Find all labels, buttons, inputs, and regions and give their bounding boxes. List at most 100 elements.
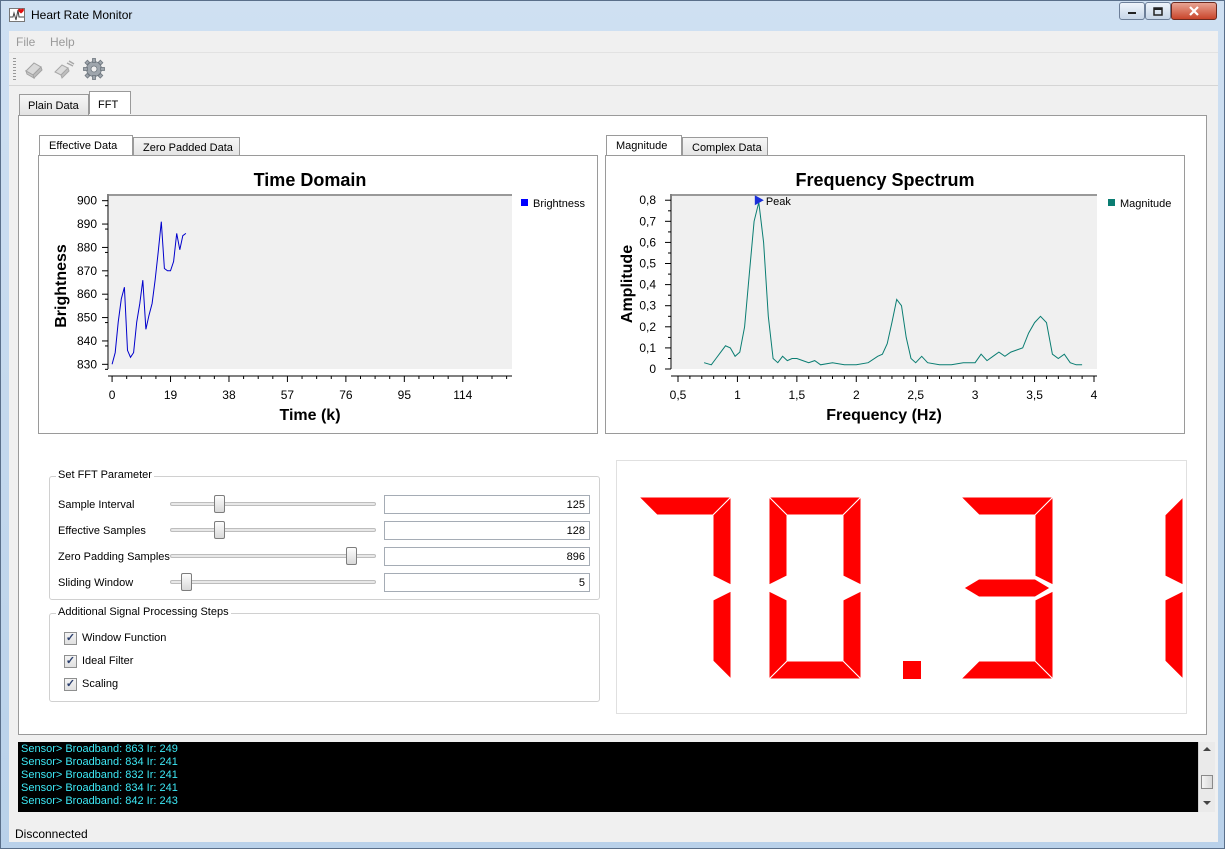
tab-zero-padded-data[interactable]: Zero Padded Data (133, 137, 240, 157)
y-tick-label: 0,8 (639, 193, 656, 207)
settings-gear-icon[interactable] (82, 57, 106, 81)
param-value-field[interactable]: 5 (384, 573, 590, 592)
tab-magnitude[interactable]: Magnitude (606, 135, 682, 157)
console-line: Sensor> Broadband: 834 Ir: 241 (21, 782, 178, 794)
y-tick-group: 0 0,1 0,2 0,3 0,4 0,5 0,6 0,7 0,8 (639, 193, 671, 376)
legend-swatch (521, 199, 528, 206)
sensor-console[interactable]: Sensor> Broadband: 863 Ir: 249 Sensor> Br… (18, 742, 1198, 812)
y-axis-label: Amplitude (619, 245, 636, 323)
tab-label: FFT (98, 99, 119, 111)
console-scrollbar[interactable] (1198, 742, 1215, 812)
checkbox-label: Ideal Filter (82, 655, 134, 667)
scroll-up-arrow-icon[interactable] (1203, 746, 1211, 752)
lcd-digit (1164, 495, 1184, 681)
menu-file[interactable]: File (16, 35, 35, 49)
y-tick-label: 0,6 (639, 235, 656, 249)
tab-complex-data[interactable]: Complex Data (682, 137, 768, 157)
param-slider-track[interactable] (170, 502, 376, 506)
y-tick-label: 830 (77, 357, 97, 371)
legend-label: Magnitude (1120, 198, 1171, 210)
tab-fft[interactable]: FFT (89, 91, 131, 114)
close-button[interactable] (1171, 2, 1217, 20)
console-line: Sensor> Broadband: 842 Ir: 243 (21, 795, 178, 807)
peak-label: Peak (766, 196, 792, 208)
heart-monitor-app-icon (9, 8, 25, 22)
lcd-segment (1164, 495, 1184, 586)
window-title: Heart Rate Monitor (31, 8, 133, 22)
lcd-decimal-point (903, 661, 921, 679)
param-value-field[interactable]: 125 (384, 495, 590, 514)
frequency-spectrum-chart: Frequency Spectrum 0 0,1 0,2 0,3 0,4 0,5 0,6 0,… (619, 170, 1171, 424)
scroll-down-arrow-icon[interactable] (1203, 800, 1211, 806)
menu-bar: File Help (9, 31, 1218, 51)
toolbar-grip (13, 58, 16, 80)
scroll-thumb[interactable] (1201, 775, 1213, 789)
y-tick-label: 840 (77, 334, 97, 348)
y-tick-label: 860 (77, 287, 97, 301)
param-value-field[interactable]: 128 (384, 521, 590, 540)
lcd-digits (637, 495, 1184, 681)
lcd-digit (767, 495, 863, 681)
time-domain-chart: Time Domain 830 840 850 860 870 880 890 900 0 19… (53, 170, 585, 424)
status-text: Disconnected (15, 827, 88, 841)
tab-plain-data[interactable]: Plain Data (19, 94, 89, 115)
y-tick-label: 0,1 (639, 341, 656, 355)
tab-effective-data[interactable]: Effective Data (39, 135, 133, 157)
param-label: Sliding Window (58, 577, 134, 589)
checkbox[interactable]: ✓ (64, 632, 77, 645)
checkbox-label: Window Function (82, 632, 167, 644)
chart-title: Time Domain (254, 170, 367, 190)
y-tick-label: 0,5 (639, 257, 656, 271)
param-value-field[interactable]: 896 (384, 547, 590, 566)
param-slider-track[interactable] (170, 528, 376, 532)
app-window: Heart Rate Monitor File Help Plain Data … (0, 0, 1225, 849)
x-tick-label: 1,5 (789, 388, 806, 402)
tab-label: Magnitude (616, 140, 668, 152)
y-tick-label: 900 (77, 194, 97, 208)
y-tick-label: 870 (77, 264, 97, 278)
menu-help[interactable]: Help (50, 35, 75, 49)
chart-title: Frequency Spectrum (795, 170, 974, 190)
maximize-button[interactable] (1145, 2, 1171, 20)
checkbox[interactable]: ✓ (64, 678, 77, 691)
legend-swatch (1108, 199, 1115, 206)
heart-rate-lcd-display (616, 460, 1187, 714)
frequency-spectrum-chart-frame: Frequency Spectrum 0 0,1 0,2 0,3 0,4 0,5 0,6 0,… (605, 155, 1185, 434)
title-bar: Heart Rate Monitor (1, 1, 1224, 31)
checkbox[interactable]: ✓ (64, 655, 77, 668)
group-title: Set FFT Parameter (56, 469, 154, 481)
x-tick-label: 0,5 (670, 388, 687, 402)
x-tick-group: 0,5 1 1,5 2 2,5 3 3,5 4 (670, 376, 1098, 402)
minimize-button[interactable] (1119, 2, 1145, 20)
y-tick-label: 0,2 (639, 320, 656, 334)
group-title: Additional Signal Processing Steps (56, 606, 231, 618)
tab-label: Complex Data (692, 142, 762, 154)
param-slider-track[interactable] (170, 554, 376, 558)
disconnect-plug-icon[interactable] (52, 57, 76, 81)
close-icon (1189, 6, 1199, 16)
param-slider-track[interactable] (170, 580, 376, 584)
param-label: Zero Padding Samples (58, 551, 170, 563)
tab-label: Plain Data (28, 100, 79, 112)
console-line: Sensor> Broadband: 832 Ir: 241 (21, 769, 178, 781)
x-tick-label: 0 (109, 388, 116, 402)
x-tick-label: 76 (339, 388, 353, 402)
param-slider-handle[interactable] (214, 495, 226, 513)
param-slider-handle[interactable] (214, 521, 226, 539)
x-tick-label: 1 (734, 388, 741, 402)
y-tick-group: 830 840 850 860 870 880 890 900 (77, 194, 108, 371)
tab-label: Effective Data (49, 140, 118, 152)
client-area: File Help Plain Data FFT Effective Data … (9, 31, 1218, 842)
x-axis-label: Frequency (Hz) (826, 407, 942, 424)
plot-area (109, 194, 512, 369)
fft-parameter-group: Set FFT Parameter Sample Interval 125 Effe… (49, 469, 600, 600)
x-tick-label: 19 (164, 388, 178, 402)
processing-steps-group: Additional Signal Processing Steps ✓ Wind… (49, 606, 600, 702)
param-slider-handle[interactable] (346, 547, 358, 565)
y-tick-label: 0 (649, 362, 656, 376)
param-slider-handle[interactable] (181, 573, 193, 591)
plot-area (672, 194, 1097, 369)
connect-plug-icon[interactable] (22, 57, 46, 81)
y-tick-label: 0,7 (639, 214, 656, 228)
minimize-icon (1128, 12, 1136, 14)
